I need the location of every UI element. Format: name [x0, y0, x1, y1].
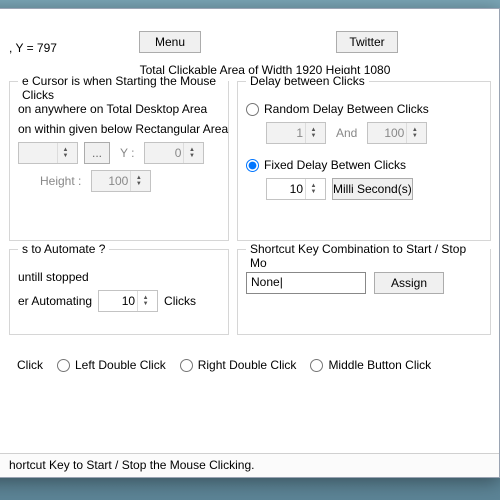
cursor-coord: , Y = 797: [0, 41, 57, 55]
radio-label: Fixed Delay Betwen Clicks: [264, 158, 406, 172]
fixed-delay-input[interactable]: 10 ▲▼: [266, 178, 326, 200]
opt-random-delay[interactable]: Random Delay Between Clicks: [246, 102, 482, 116]
clicks-group-title: s to Automate ?: [18, 242, 109, 256]
clicks-automate-group: s to Automate ? untill stopped er Automa…: [9, 249, 229, 335]
and-label: And: [336, 126, 357, 140]
content-area: , Y = 797 Menu Twitter Total Clickable A…: [0, 31, 499, 390]
shortcut-input[interactable]: None|: [246, 272, 366, 294]
unit-dropdown[interactable]: Milli Second(s): [332, 178, 413, 200]
cursor-group-title: e Cursor is when Starting the Mouse Clic…: [18, 74, 228, 102]
assign-button[interactable]: Assign: [374, 272, 444, 294]
opt-rect-area[interactable]: on within given below Rectangular Area: [18, 122, 220, 136]
browse-button[interactable]: ...: [84, 142, 110, 164]
shortcut-group: Shortcut Key Combination to Start / Stop…: [237, 249, 491, 335]
radio-label: Random Delay Between Clicks: [264, 102, 429, 116]
click-type-row: Click Left Double Click Right Double Cli…: [0, 343, 491, 386]
status-bar: hortcut Key to Start / Stop the Mouse Cl…: [0, 453, 499, 477]
y-input[interactable]: 0 ▲▼: [144, 142, 204, 164]
opt-until-stopped[interactable]: untill stopped: [18, 270, 220, 284]
spinner-icon[interactable]: ▲▼: [183, 143, 199, 163]
radio-label: on within given below Rectangular Area: [18, 122, 228, 136]
opt-left-click[interactable]: Click: [17, 358, 43, 372]
cursor-position-group: e Cursor is when Starting the Mouse Clic…: [9, 81, 229, 241]
opt-anywhere[interactable]: on anywhere on Total Desktop Area: [18, 102, 220, 116]
clicks-suffix: Clicks: [164, 294, 196, 308]
status-text: hortcut Key to Start / Stop the Mouse Cl…: [9, 458, 254, 472]
delay-group: Delay between Clicks Random Delay Betwee…: [237, 81, 491, 241]
y-label: Y :: [120, 146, 134, 160]
opt-left-double-click[interactable]: Left Double Click: [57, 358, 166, 372]
radio-rdbl[interactable]: [180, 359, 193, 372]
height-input[interactable]: 100 ▲▼: [91, 170, 151, 192]
radio-label: on anywhere on Total Desktop Area: [18, 102, 207, 116]
min-delay-input[interactable]: 1 ▲▼: [266, 122, 326, 144]
opt-right-double-click[interactable]: Right Double Click: [180, 358, 297, 372]
radio-fixed[interactable]: [246, 159, 259, 172]
radio-mid[interactable]: [310, 359, 323, 372]
max-delay-input[interactable]: 100 ▲▼: [367, 122, 427, 144]
height-label: Height :: [40, 174, 81, 188]
radio-label: er Automating: [18, 294, 92, 308]
shortcut-group-title: Shortcut Key Combination to Start / Stop…: [246, 242, 490, 270]
delay-group-title: Delay between Clicks: [246, 74, 369, 88]
radio-ldbl[interactable]: [57, 359, 70, 372]
click-count-input[interactable]: 10 ▲▼: [98, 290, 158, 312]
spinner-icon[interactable]: ▲▼: [137, 291, 153, 311]
x-input[interactable]: ▲▼: [18, 142, 78, 164]
opt-fixed-delay[interactable]: Fixed Delay Betwen Clicks: [246, 158, 482, 172]
spinner-icon[interactable]: ▲▼: [406, 123, 422, 143]
title-bar: r by MurGee.com: [0, 9, 499, 31]
spinner-icon[interactable]: ▲▼: [305, 179, 321, 199]
radio-random[interactable]: [246, 103, 259, 116]
top-row: , Y = 797 Menu Twitter: [0, 35, 491, 61]
opt-middle-click[interactable]: Middle Button Click: [310, 358, 431, 372]
menu-button[interactable]: Menu: [139, 31, 201, 53]
app-window: r by MurGee.com , Y = 797 Menu Twitter T…: [0, 8, 500, 478]
spinner-icon[interactable]: ▲▼: [305, 123, 321, 143]
radio-label: untill stopped: [18, 270, 89, 284]
spinner-icon[interactable]: ▲▼: [57, 143, 73, 163]
twitter-button[interactable]: Twitter: [336, 31, 398, 53]
spinner-icon[interactable]: ▲▼: [130, 171, 146, 191]
